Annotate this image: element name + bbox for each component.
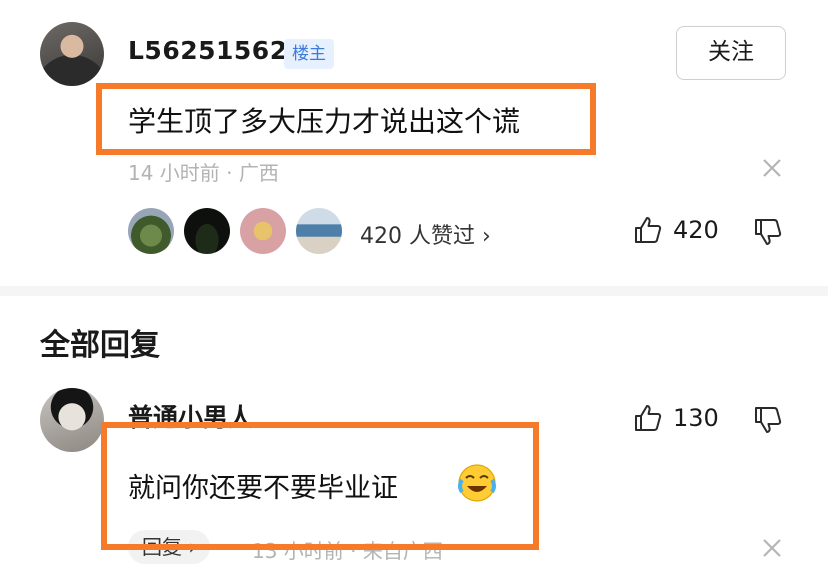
liker-avatar[interactable] xyxy=(296,208,342,254)
thumb-up-icon[interactable] xyxy=(632,402,664,434)
highlight-box xyxy=(96,83,596,155)
close-icon[interactable] xyxy=(761,157,783,179)
thumb-down-icon[interactable] xyxy=(752,404,784,436)
commenter-avatar[interactable] xyxy=(40,22,104,86)
comment-meta: 14 小时前 · 广西 xyxy=(128,161,279,185)
likers-summary-link[interactable]: 420 人赞过 › xyxy=(360,218,491,250)
follow-button[interactable]: 关注 xyxy=(676,26,786,80)
section-divider xyxy=(0,286,828,296)
reply-like-count: 130 xyxy=(673,404,719,432)
highlight-box xyxy=(101,422,539,550)
close-icon[interactable] xyxy=(761,537,783,559)
reply-avatar[interactable] xyxy=(40,388,104,452)
like-count: 420 xyxy=(673,216,719,244)
liker-avatar[interactable] xyxy=(184,208,230,254)
commenter-username[interactable]: L56251562 xyxy=(128,36,288,65)
replies-section-title: 全部回复 xyxy=(40,328,160,363)
thumb-up-icon[interactable] xyxy=(632,214,664,246)
op-badge: 楼主 xyxy=(284,39,334,69)
liker-avatar[interactable] xyxy=(240,208,286,254)
thumb-down-icon[interactable] xyxy=(752,216,784,248)
liker-avatar[interactable] xyxy=(128,208,174,254)
